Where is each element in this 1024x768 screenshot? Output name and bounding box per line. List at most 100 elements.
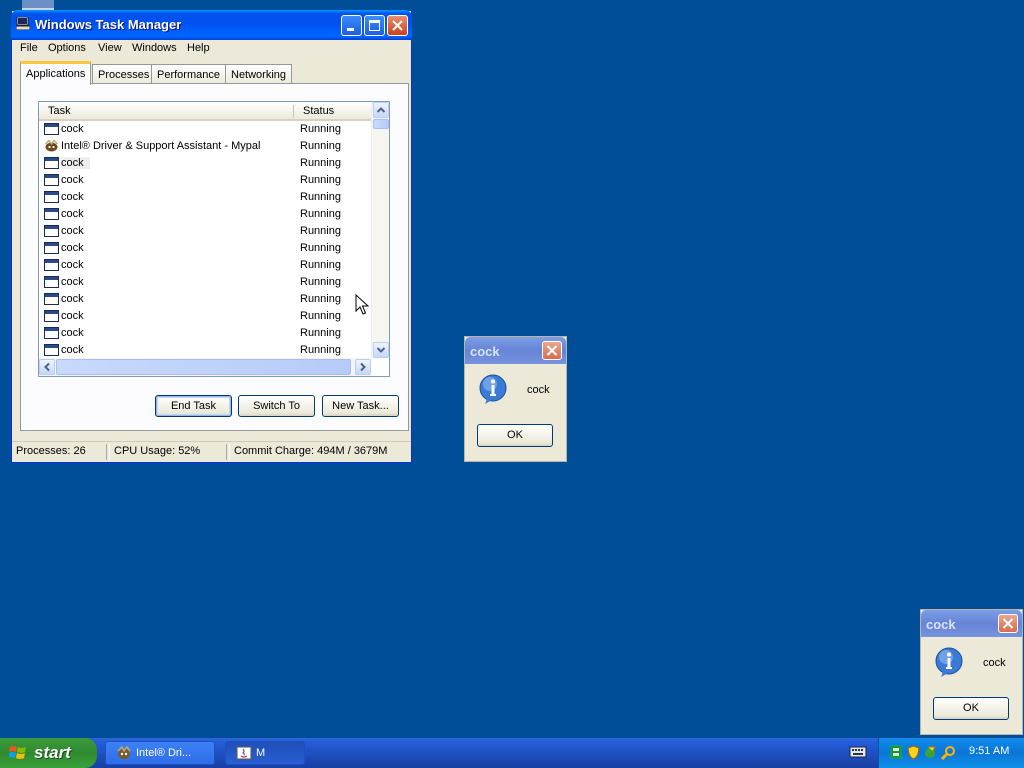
vertical-scroll-thumb[interactable] <box>373 119 389 129</box>
search-icon[interactable] <box>941 745 956 760</box>
task-name: Intel® Driver & Support Assistant - Mypa… <box>61 140 261 152</box>
message-box: cock cock OK <box>920 609 1023 735</box>
mypal-icon <box>44 139 59 152</box>
task-row[interactable]: cock Running <box>39 189 371 206</box>
task-row[interactable]: Intel® Driver & Support Assistant - Mypa… <box>39 138 371 155</box>
window-title: Windows Task Manager <box>35 17 182 32</box>
task-status: Running <box>300 174 341 186</box>
scroll-up-button[interactable] <box>373 102 389 118</box>
cpu-usage: CPU Usage: 52% <box>114 445 201 457</box>
task-name: cock <box>61 191 84 203</box>
chevron-right-icon <box>360 362 366 372</box>
menu-options[interactable]: Options <box>48 42 86 54</box>
task-name: cock <box>61 310 84 322</box>
status-divider <box>226 444 230 460</box>
tab-networking[interactable]: Networking <box>225 64 293 84</box>
task-status: Running <box>300 276 341 288</box>
task-row[interactable]: cock Running <box>39 257 371 274</box>
windows-logo-icon <box>9 746 26 759</box>
scroll-left-button[interactable] <box>39 359 55 375</box>
new-task-button[interactable]: New Task... <box>322 395 399 417</box>
window-icon <box>44 276 59 288</box>
task-status: Running <box>300 310 341 322</box>
task-row[interactable]: cock Running <box>39 342 371 359</box>
dialog-close-button[interactable] <box>998 614 1018 633</box>
task-status: Running <box>300 344 341 356</box>
task-row[interactable]: cock Running <box>39 223 371 240</box>
dialog-title: cock <box>926 617 956 632</box>
java-icon <box>236 746 252 760</box>
task-row[interactable]: cock Running <box>39 155 371 172</box>
window-icon <box>44 157 59 169</box>
ok-button[interactable]: OK <box>477 424 553 447</box>
window-icon <box>44 310 59 322</box>
task-row[interactable]: cock Running <box>39 172 371 189</box>
taskbar-item-label: Intel® Dri... <box>136 747 192 759</box>
task-status: Running <box>300 157 341 169</box>
update-icon[interactable] <box>923 745 938 760</box>
switch-to-button[interactable]: Switch To <box>238 395 315 417</box>
taskbar-item-intel[interactable]: Intel® Dri... <box>105 741 215 765</box>
menu-help[interactable]: Help <box>187 42 210 54</box>
ok-button[interactable]: OK <box>933 697 1009 720</box>
tab-processes[interactable]: Processes <box>92 64 156 84</box>
taskbar-item-m[interactable]: M <box>225 741 305 765</box>
task-row[interactable]: cock Running <box>39 291 371 308</box>
task-row[interactable]: cock Running <box>39 240 371 257</box>
menu-file[interactable]: File <box>20 42 38 54</box>
start-button[interactable]: start <box>0 738 97 768</box>
task-row[interactable]: cock Running <box>39 274 371 291</box>
close-icon <box>546 345 558 356</box>
task-list[interactable]: Task Status cock Running Intel® Driver & S… <box>38 101 390 377</box>
horizontal-scroll-thumb[interactable] <box>56 359 351 375</box>
window-icon <box>44 344 59 356</box>
menu-windows[interactable]: Windows <box>132 42 177 54</box>
minimize-button[interactable] <box>341 15 362 36</box>
close-button[interactable] <box>387 15 408 36</box>
task-name: cock <box>61 293 84 305</box>
maximize-button[interactable] <box>364 15 385 36</box>
end-task-button[interactable]: End Task <box>155 395 232 417</box>
tab-applications[interactable]: Applications <box>20 61 92 85</box>
keyboard-icon[interactable] <box>849 745 867 759</box>
task-name: cock <box>61 259 84 271</box>
commit-charge: Commit Charge: 494M / 3679M <box>234 445 388 457</box>
desktop-icon[interactable] <box>22 0 54 10</box>
window-icon <box>44 327 59 339</box>
chevron-left-icon <box>44 362 50 372</box>
minimize-icon <box>347 28 354 31</box>
tab-performance[interactable]: Performance <box>151 64 226 84</box>
applications-panel: Task Status cock Running Intel® Driver & S… <box>20 83 409 431</box>
window-icon <box>44 242 59 254</box>
task-name: cock <box>61 225 84 237</box>
system-tray: 9:51 AM <box>878 738 1024 768</box>
security-shield-icon[interactable] <box>906 745 921 760</box>
vertical-scrollbar[interactable] <box>371 102 389 358</box>
taskbar-item-label: M <box>256 747 266 759</box>
column-divider[interactable] <box>293 105 294 118</box>
dialog-title-bar[interactable]: cock <box>921 610 1022 637</box>
task-status: Running <box>300 242 341 254</box>
dialog-title-bar[interactable]: cock <box>465 337 566 364</box>
column-status[interactable]: Status <box>303 105 334 117</box>
task-rows: cock Running Intel® Driver & Support Assis… <box>39 121 371 359</box>
task-row[interactable]: cock Running <box>39 206 371 223</box>
task-status: Running <box>300 140 341 152</box>
network-icon[interactable] <box>889 745 904 760</box>
column-task[interactable]: Task <box>48 105 71 117</box>
clock[interactable]: 9:51 AM <box>969 745 1009 757</box>
scroll-right-button[interactable] <box>355 359 371 375</box>
menu-bar: File Options View Windows Help <box>12 39 411 58</box>
dialog-title: cock <box>470 344 500 359</box>
mouse-cursor-icon <box>355 294 369 315</box>
task-row[interactable]: cock Running <box>39 121 371 138</box>
scroll-down-button[interactable] <box>373 342 389 358</box>
horizontal-scrollbar[interactable] <box>39 358 371 376</box>
task-name: cock <box>61 208 84 220</box>
chevron-down-icon <box>376 347 386 353</box>
dialog-close-button[interactable] <box>542 341 562 360</box>
menu-view[interactable]: View <box>98 42 122 54</box>
task-row[interactable]: cock Running <box>39 325 371 342</box>
task-row[interactable]: cock Running <box>39 308 371 325</box>
title-bar[interactable]: Windows Task Manager <box>11 10 412 40</box>
